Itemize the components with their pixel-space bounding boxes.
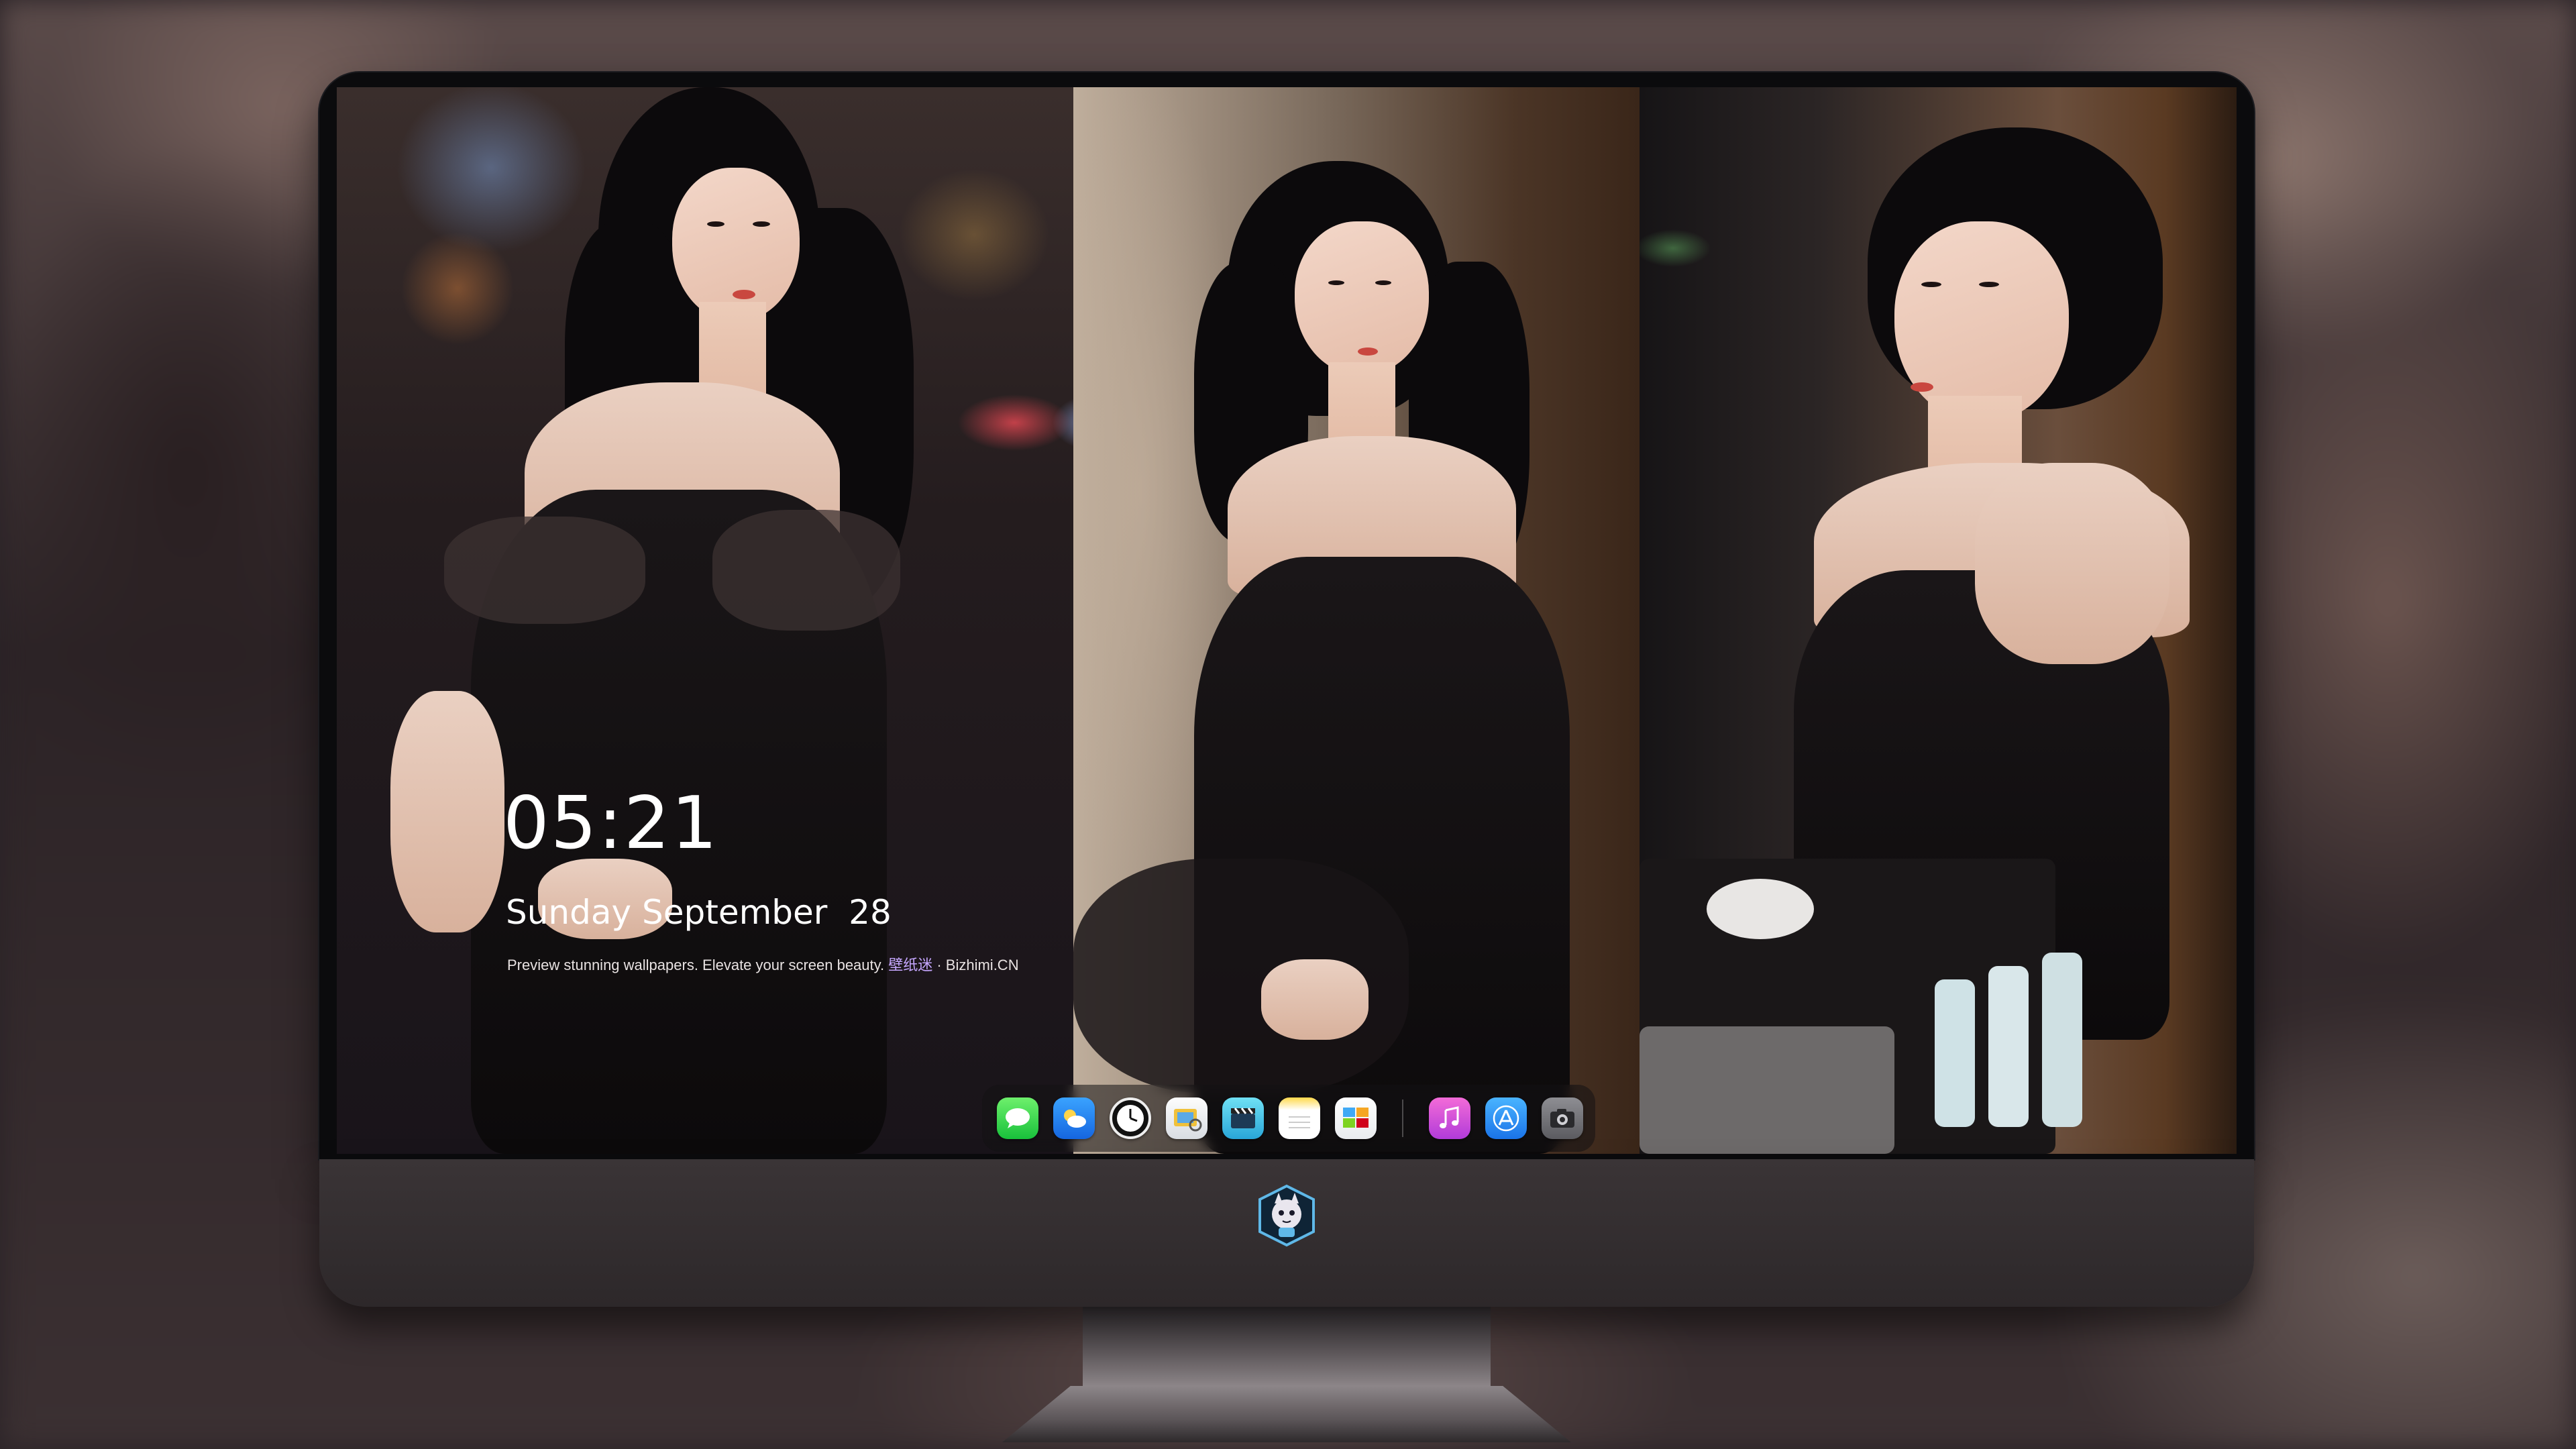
clock-icon[interactable] xyxy=(1110,1097,1151,1139)
tagline-brand-cn: 壁纸迷 xyxy=(888,957,933,973)
camera-icon[interactable] xyxy=(1542,1097,1583,1139)
monitor-stand-neck xyxy=(1083,1307,1491,1387)
preview-icon[interactable] xyxy=(1166,1097,1208,1139)
lock-screen-date: Sunday September 28 xyxy=(506,893,892,932)
portrait-figure-1 xyxy=(337,87,1073,1154)
wallpaper-panel-2 xyxy=(1073,87,1640,1154)
monitor-chin xyxy=(319,1159,2254,1307)
monitor-stand-base xyxy=(1002,1386,1571,1442)
mascot-logo-icon xyxy=(1254,1183,1319,1248)
tagline-brand-en: · Bizhimi.CN xyxy=(932,957,1019,973)
scene: 05:21 Sunday September 28 Preview stunni… xyxy=(0,0,2576,1449)
portrait-figure-2 xyxy=(1073,87,1640,1154)
lock-screen-time: 05:21 xyxy=(503,782,719,865)
app-store-icon[interactable] xyxy=(1485,1097,1527,1139)
monitor: 05:21 Sunday September 28 Preview stunni… xyxy=(319,72,2254,1442)
portrait-figure-3 xyxy=(1640,87,2237,1154)
weather-icon[interactable] xyxy=(1053,1097,1095,1139)
tagline-text: Preview stunning wallpapers. Elevate you… xyxy=(507,957,889,973)
messages-icon[interactable] xyxy=(997,1097,1038,1139)
wallpaper-panel-3 xyxy=(1640,87,2237,1154)
wallpaper-panel-1: 05:21 Sunday September 28 Preview stunni… xyxy=(337,87,1073,1154)
music-icon[interactable] xyxy=(1429,1097,1470,1139)
screen: 05:21 Sunday September 28 Preview stunni… xyxy=(337,87,2237,1154)
notes-icon[interactable] xyxy=(1279,1097,1320,1139)
video-icon[interactable] xyxy=(1222,1097,1264,1139)
dock xyxy=(982,1085,1595,1152)
monitor-bezel: 05:21 Sunday September 28 Preview stunni… xyxy=(319,72,2254,1159)
lock-screen-tagline: Preview stunning wallpapers. Elevate you… xyxy=(507,958,1019,973)
dock-separator xyxy=(1402,1099,1403,1137)
photos-icon[interactable] xyxy=(1335,1097,1377,1139)
